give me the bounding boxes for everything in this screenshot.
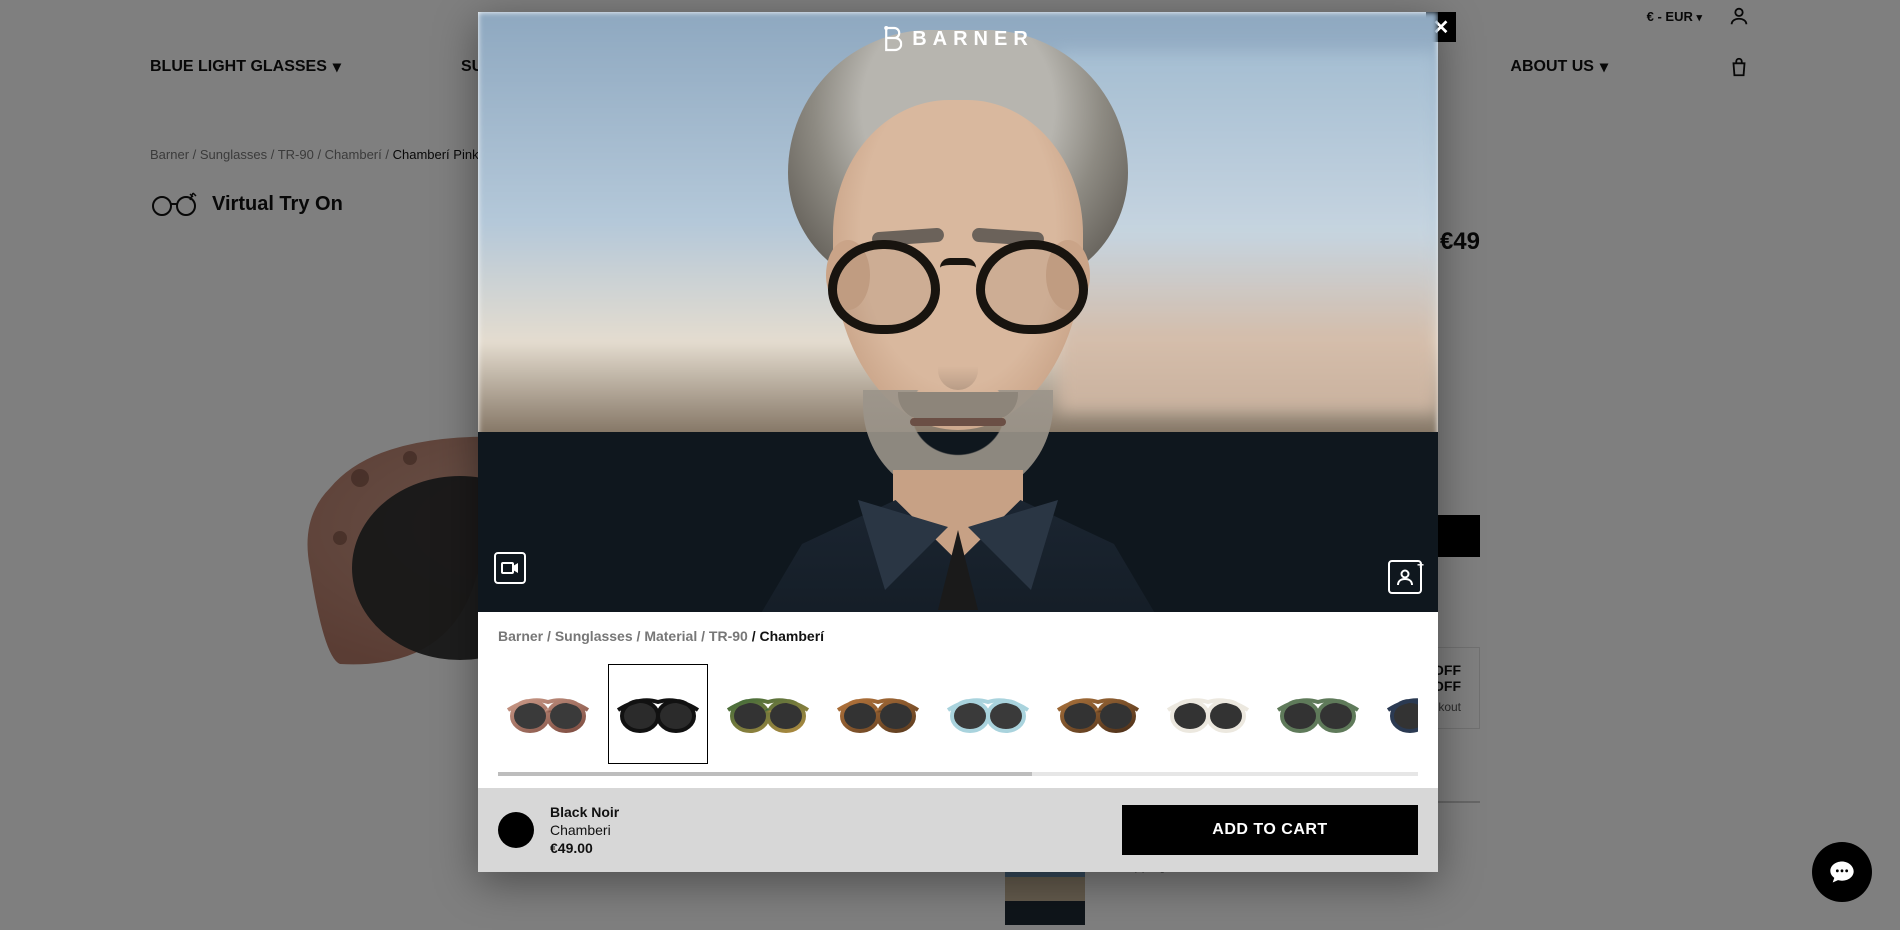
variant-pink-tortoise[interactable] xyxy=(498,664,598,764)
modal-breadcrumb: Barner / Sunglasses / Material / TR-90 /… xyxy=(498,628,1418,644)
tryon-glasses-overlay xyxy=(828,240,1088,330)
variant-military-green[interactable] xyxy=(1268,664,1368,764)
variant-tortoise[interactable] xyxy=(1048,664,1148,764)
brand-logo: BARNER xyxy=(882,26,1034,52)
logo-text: BARNER xyxy=(912,28,1034,51)
selected-swatch xyxy=(498,812,534,848)
variant-navy[interactable] xyxy=(1378,664,1418,764)
add-to-cart-button[interactable]: ADD TO CART xyxy=(1122,805,1418,855)
variant-light-blue[interactable] xyxy=(938,664,1038,764)
chat-icon xyxy=(1828,858,1856,886)
variant-ivory[interactable] xyxy=(1158,664,1258,764)
logo-icon xyxy=(882,26,902,52)
person-icon xyxy=(1396,568,1414,586)
model-face xyxy=(748,30,1168,590)
breadcrumb-current: / Chamberí xyxy=(752,628,824,644)
selected-meta: Black Noir Chamberi €49.00 xyxy=(550,803,619,858)
breadcrumb-link[interactable]: Barner xyxy=(498,628,543,644)
variant-scrollbar[interactable] xyxy=(498,772,1418,776)
breadcrumb-link[interactable]: Sunglasses xyxy=(555,628,633,644)
breadcrumb-link[interactable]: TR-90 xyxy=(709,628,748,644)
modal-body: Barner / Sunglasses / Material / TR-90 /… xyxy=(478,612,1438,776)
video-icon xyxy=(501,561,519,575)
buy-bar: Black Noir Chamberi €49.00 ADD TO CART xyxy=(478,788,1438,872)
selected-name: Black Noir xyxy=(550,803,619,821)
variant-green-tortoise[interactable] xyxy=(718,664,818,764)
camera-toggle[interactable] xyxy=(494,552,526,584)
plus-icon: + xyxy=(1417,558,1424,572)
variant-havana[interactable] xyxy=(828,664,928,764)
variant-strip[interactable] xyxy=(498,664,1418,768)
breadcrumb-link[interactable]: Material xyxy=(644,628,697,644)
upload-photo-button[interactable]: + xyxy=(1388,560,1422,594)
variant-black-noir[interactable] xyxy=(608,664,708,764)
tryon-viewport[interactable]: BARNER + xyxy=(478,12,1438,612)
cta-label: ADD TO CART xyxy=(1212,821,1327,839)
selected-model: Chamberi xyxy=(550,821,619,839)
chat-launcher[interactable] xyxy=(1812,842,1872,902)
tryon-modal: ✕ BARNER xyxy=(478,12,1438,872)
selected-price: €49.00 xyxy=(550,839,619,857)
